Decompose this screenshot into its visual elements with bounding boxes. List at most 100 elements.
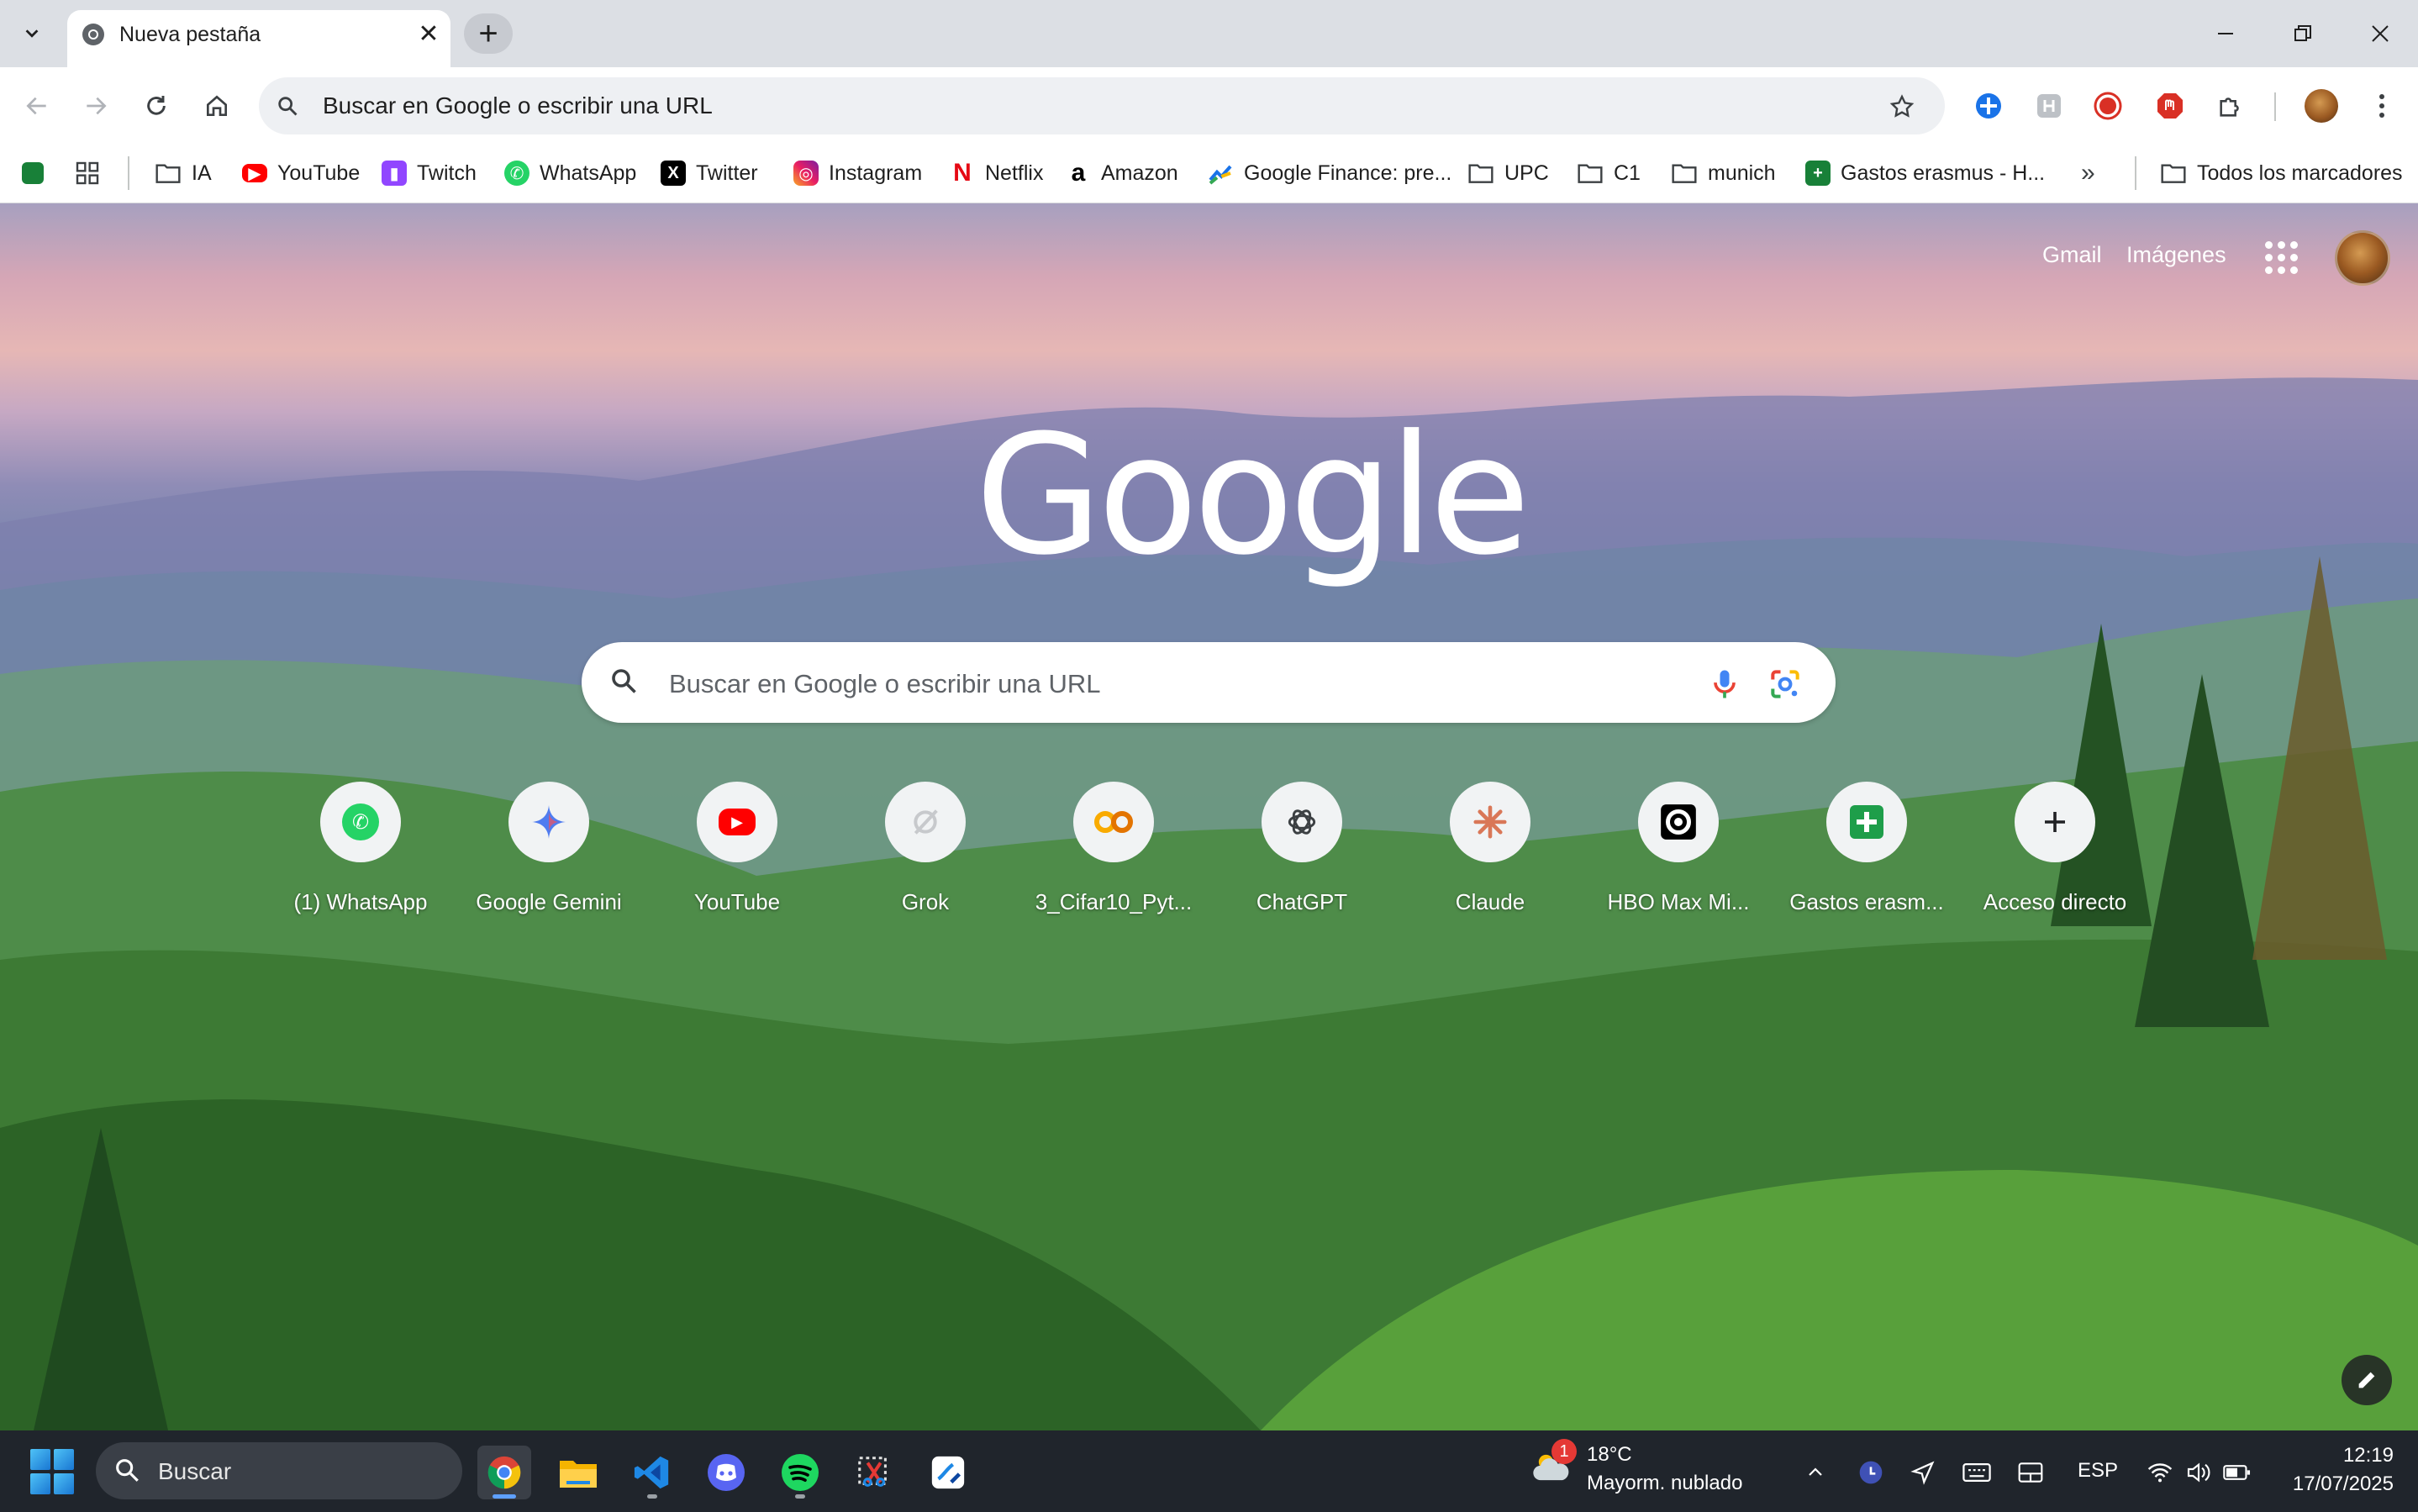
- taskbar-search-box[interactable]: [96, 1442, 462, 1499]
- folder-icon: [1468, 164, 1493, 183]
- taskbar-spotify[interactable]: [773, 1446, 827, 1499]
- bookmark-gastos-erasmus[interactable]: + Gastos erasmus - H...: [1805, 151, 2045, 195]
- bookmark-all-bookmarks[interactable]: Todos los marcadores: [2160, 151, 2403, 195]
- shortcut-whatsapp[interactable]: ✆ (1) WhatsApp: [277, 782, 445, 941]
- location-icon[interactable]: [1904, 1454, 1941, 1491]
- bookmark-google-finance[interactable]: Google Finance: pre...: [1207, 151, 1451, 195]
- clock-time[interactable]: 12:19: [2336, 1444, 2394, 1467]
- forward-button[interactable]: [72, 82, 119, 129]
- record-extension-icon[interactable]: [2088, 86, 2128, 126]
- shortcut-google-gemini[interactable]: Google Gemini: [465, 782, 633, 941]
- shortcut-claude[interactable]: Claude: [1406, 782, 1574, 941]
- bookmarks-overflow-button[interactable]: »: [2081, 151, 2095, 195]
- apps-shortcut[interactable]: [74, 151, 101, 195]
- weather-description[interactable]: Mayorm. nublado: [1587, 1472, 1742, 1495]
- ntp-search-input[interactable]: Buscar en Google o escribir una URL: [669, 667, 1100, 701]
- taskbar-snipping-tool[interactable]: [847, 1446, 901, 1499]
- claude-icon: [1473, 805, 1507, 839]
- chrome-icon: [487, 1456, 521, 1489]
- back-arrow-icon: [26, 97, 46, 115]
- bookmark-ia[interactable]: IA: [155, 151, 212, 195]
- vscode-icon: [634, 1456, 669, 1489]
- bookmark-amazon[interactable]: a Amazon: [1066, 151, 1178, 195]
- shortcut-gastos-erasmus[interactable]: Gastos erasm...: [1783, 782, 1951, 941]
- bookmark-netflix[interactable]: N Netflix: [950, 151, 1043, 195]
- minimize-button[interactable]: [2195, 12, 2256, 55]
- taskbar-vscode[interactable]: [625, 1446, 679, 1499]
- battery-icon[interactable]: [2219, 1454, 2256, 1491]
- new-tab-button[interactable]: +: [464, 13, 513, 54]
- x-icon: X: [661, 161, 686, 186]
- bookmark-whatsapp[interactable]: ✆ WhatsApp: [504, 151, 636, 195]
- sheets-app-shortcut[interactable]: [22, 151, 44, 195]
- profile-avatar[interactable]: [2335, 230, 2390, 286]
- google-apps-icon[interactable]: [2261, 237, 2301, 277]
- extension-blue-icon[interactable]: [1968, 86, 2009, 126]
- bookmark-c1[interactable]: C1: [1577, 151, 1641, 195]
- shortcut-hbo-max[interactable]: HBO Max Mi...: [1594, 782, 1762, 941]
- colab-icon: [1094, 811, 1133, 833]
- tab-search-button[interactable]: [15, 17, 49, 50]
- kebab-menu-icon[interactable]: [2362, 86, 2402, 126]
- bookmark-twitter[interactable]: X Twitter: [661, 151, 758, 195]
- omnibox-input[interactable]: Buscar en Google o escribir una URL: [323, 89, 713, 123]
- extensions-puzzle-icon[interactable]: [2210, 86, 2251, 126]
- gmail-link[interactable]: Gmail: [2042, 242, 2102, 268]
- restore-button[interactable]: [2273, 12, 2333, 55]
- taskbar-discord[interactable]: [699, 1446, 753, 1499]
- taskbar-search-input[interactable]: Buscar: [158, 1457, 231, 1487]
- adblock-extension-icon[interactable]: [2150, 86, 2190, 126]
- clock-app-icon: [1859, 1461, 1883, 1484]
- app-open-indicator: [647, 1494, 657, 1499]
- windows-start-icon[interactable]: [30, 1449, 76, 1494]
- bookmark-instagram[interactable]: ◎ Instagram: [793, 151, 922, 195]
- profile-avatar-small[interactable]: [2301, 86, 2342, 126]
- reload-button[interactable]: [133, 82, 180, 129]
- chevron-down-icon: [25, 29, 39, 38]
- bookmark-youtube[interactable]: ▶ YouTube: [242, 151, 360, 195]
- folder-icon: [1578, 164, 1603, 183]
- customize-chrome-button[interactable]: [2342, 1355, 2392, 1405]
- folder-icon: [2161, 164, 2186, 183]
- home-icon: [207, 95, 227, 116]
- bookmarks-divider: [128, 156, 129, 190]
- shortcut-grok[interactable]: Grok: [841, 782, 1009, 941]
- extension-gray-icon[interactable]: [2029, 86, 2069, 126]
- taskbar-file-explorer[interactable]: [551, 1446, 605, 1499]
- bookmark-upc[interactable]: UPC: [1467, 151, 1549, 195]
- shortcut-chatgpt[interactable]: ChatGPT: [1218, 782, 1386, 941]
- taskbar-whiteboard[interactable]: [921, 1446, 975, 1499]
- bookmark-munich[interactable]: munich: [1671, 151, 1776, 195]
- taskbar-chrome[interactable]: [477, 1446, 531, 1499]
- search-icon: [608, 666, 642, 699]
- spotify-icon: [782, 1454, 819, 1491]
- sheets-icon: [22, 162, 44, 184]
- show-hidden-icons-button[interactable]: [1797, 1454, 1834, 1491]
- wifi-icon[interactable]: [2141, 1454, 2178, 1491]
- shortcut-add[interactable]: Acceso directo: [1971, 782, 2139, 941]
- tray-app-icon[interactable]: [1852, 1454, 1889, 1491]
- google-lens-icon[interactable]: [1767, 666, 1804, 703]
- clock-date[interactable]: 17/07/2025: [2283, 1472, 2394, 1496]
- bookmark-star-icon[interactable]: [1883, 87, 1921, 126]
- weather-temperature[interactable]: 18°C: [1587, 1443, 1632, 1467]
- language-indicator[interactable]: ESP: [2078, 1459, 2118, 1483]
- youtube-icon: ▶: [719, 809, 756, 835]
- tab-close-icon[interactable]: ✕: [414, 18, 444, 49]
- back-button[interactable]: [13, 82, 61, 129]
- shortcut-colab[interactable]: 3_Cifar10_Pyt...: [1030, 782, 1198, 941]
- chatgpt-icon: [1288, 809, 1316, 835]
- sheets-icon: +: [1805, 161, 1831, 186]
- shortcut-youtube[interactable]: ▶ YouTube: [653, 782, 821, 941]
- tablet-mode-icon[interactable]: [2012, 1454, 2049, 1491]
- search-icon: [271, 89, 304, 123]
- home-button[interactable]: [193, 82, 240, 129]
- volume-icon[interactable]: [2180, 1454, 2217, 1491]
- snipping-tool-icon: [858, 1457, 887, 1487]
- keyboard-icon[interactable]: [1958, 1454, 1995, 1491]
- close-window-button[interactable]: [2350, 12, 2410, 55]
- images-link[interactable]: Imágenes: [2126, 242, 2226, 268]
- microphone-icon[interactable]: [1706, 666, 1743, 703]
- bookmark-twitch[interactable]: ▮ Twitch: [382, 151, 477, 195]
- folder-icon: [560, 1461, 597, 1488]
